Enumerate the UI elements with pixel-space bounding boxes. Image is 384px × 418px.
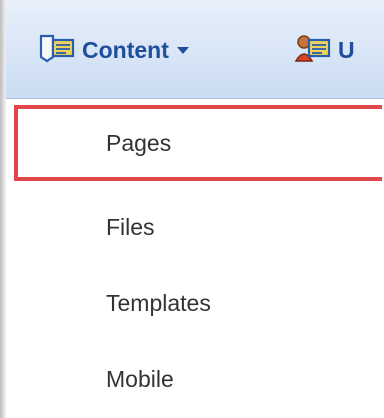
content-dropdown-menu: Pages Files Templates Mobile — [6, 99, 384, 418]
users-menu-label: U — [338, 36, 355, 63]
menu-item-files[interactable]: Files — [14, 189, 384, 265]
user-icon — [294, 33, 332, 68]
menu-item-mobile[interactable]: Mobile — [14, 341, 384, 417]
content-menu[interactable]: Content — [38, 30, 189, 70]
menu-item-label: Mobile — [106, 365, 174, 392]
menu-item-label: Templates — [106, 289, 211, 316]
menu-item-label: Pages — [106, 129, 172, 156]
users-menu[interactable]: U — [294, 30, 355, 70]
chevron-down-icon — [176, 46, 189, 54]
cms-menu-screenshot: Content U Pages Files Templates Mobile — [0, 0, 384, 418]
top-menubar: Content U — [6, 0, 384, 99]
content-page-icon — [38, 33, 76, 68]
menu-item-pages[interactable]: Pages — [14, 105, 382, 181]
menu-item-templates[interactable]: Templates — [14, 265, 384, 341]
content-menu-label: Content — [82, 36, 169, 63]
menu-item-label: Files — [106, 213, 155, 240]
